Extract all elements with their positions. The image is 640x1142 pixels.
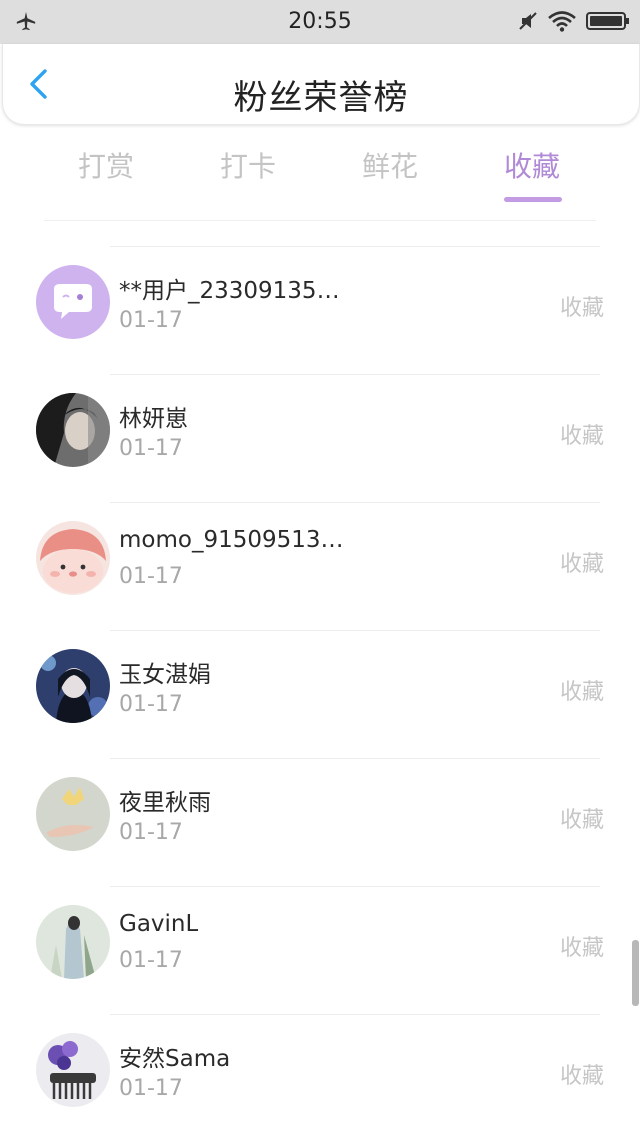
favorite-date: 01-17 xyxy=(119,948,183,973)
favorite-date: 01-17 xyxy=(119,1076,183,1101)
avatar[interactable] xyxy=(36,393,110,467)
list-item[interactable]: 林妍崽 01-17 收藏 xyxy=(0,374,640,502)
list-item[interactable]: 夜里秋雨 01-17 收藏 xyxy=(0,758,640,886)
divider xyxy=(110,246,600,247)
divider xyxy=(110,1014,600,1015)
favorite-label: 收藏 xyxy=(559,680,604,705)
user-name: **用户_23309135… xyxy=(119,278,340,304)
page-header: 粉丝荣誉榜 xyxy=(2,44,640,125)
tab-bar: 打赏 打卡 鲜花 收藏 xyxy=(0,140,640,210)
cartoon-avatar-icon xyxy=(36,521,110,595)
page-title: 粉丝荣誉榜 xyxy=(233,78,409,118)
user-name: GavinL xyxy=(119,911,199,937)
favorite-label: 收藏 xyxy=(559,936,604,961)
favorite-date: 01-17 xyxy=(119,820,183,845)
tab-favorites[interactable]: 收藏 xyxy=(477,145,587,202)
tab-checkin[interactable]: 打卡 xyxy=(193,145,303,201)
favorite-date: 01-17 xyxy=(119,692,183,717)
divider xyxy=(110,758,600,759)
status-time: 20:55 xyxy=(288,9,352,34)
user-name: momo_91509513… xyxy=(119,527,344,553)
wifi-icon xyxy=(548,11,576,32)
divider xyxy=(110,502,600,503)
avatar[interactable] xyxy=(36,905,110,979)
favorite-date: 01-17 xyxy=(119,436,183,461)
favorite-date: 01-17 xyxy=(119,308,183,333)
status-bar: 20:55 xyxy=(0,0,640,44)
avatar[interactable] xyxy=(36,521,110,595)
list-item[interactable]: **用户_23309135… 01-17 收藏 xyxy=(0,246,640,374)
scrollbar[interactable] xyxy=(632,940,639,1006)
user-name: 玉女湛娟 xyxy=(119,662,211,688)
user-name: 夜里秋雨 xyxy=(119,790,211,816)
tab-favorites-label: 收藏 xyxy=(503,150,560,183)
user-photo-icon xyxy=(36,393,110,467)
user-photo-icon xyxy=(36,905,110,979)
favorite-date: 01-17 xyxy=(119,564,183,589)
user-name: 林妍崽 xyxy=(119,406,188,432)
favorite-label: 收藏 xyxy=(559,296,604,321)
favorite-label: 收藏 xyxy=(559,1064,604,1089)
list-item[interactable]: momo_91509513… 01-17 收藏 xyxy=(0,502,640,630)
user-photo-icon xyxy=(36,777,110,851)
user-photo-icon xyxy=(36,1033,110,1107)
mute-icon xyxy=(519,12,537,30)
user-name: 安然Sama xyxy=(119,1046,231,1072)
favorite-label: 收藏 xyxy=(559,424,604,449)
divider xyxy=(44,220,596,221)
avatar[interactable] xyxy=(36,265,110,339)
tab-flowers[interactable]: 鲜花 xyxy=(335,145,445,201)
list-item[interactable]: 玉女湛娟 01-17 收藏 xyxy=(0,630,640,758)
list-item[interactable]: GavinL 01-17 收藏 xyxy=(0,886,640,1014)
user-photo-icon xyxy=(36,649,110,723)
avatar[interactable] xyxy=(36,649,110,723)
tab-reward[interactable]: 打赏 xyxy=(51,145,161,201)
favorite-label: 收藏 xyxy=(559,808,604,833)
divider xyxy=(110,630,600,631)
active-tab-indicator xyxy=(504,197,562,202)
fan-list: **用户_23309135… 01-17 收藏 林妍崽 01-17 收藏 mom… xyxy=(0,246,640,1142)
chat-bubble-avatar-icon xyxy=(36,265,110,339)
list-item[interactable]: 安然Sama 01-17 收藏 xyxy=(0,1014,640,1142)
divider xyxy=(110,374,600,375)
battery-icon xyxy=(586,12,629,30)
divider xyxy=(110,886,600,887)
avatar[interactable] xyxy=(36,777,110,851)
favorite-label: 收藏 xyxy=(559,552,604,577)
avatar[interactable] xyxy=(36,1033,110,1107)
